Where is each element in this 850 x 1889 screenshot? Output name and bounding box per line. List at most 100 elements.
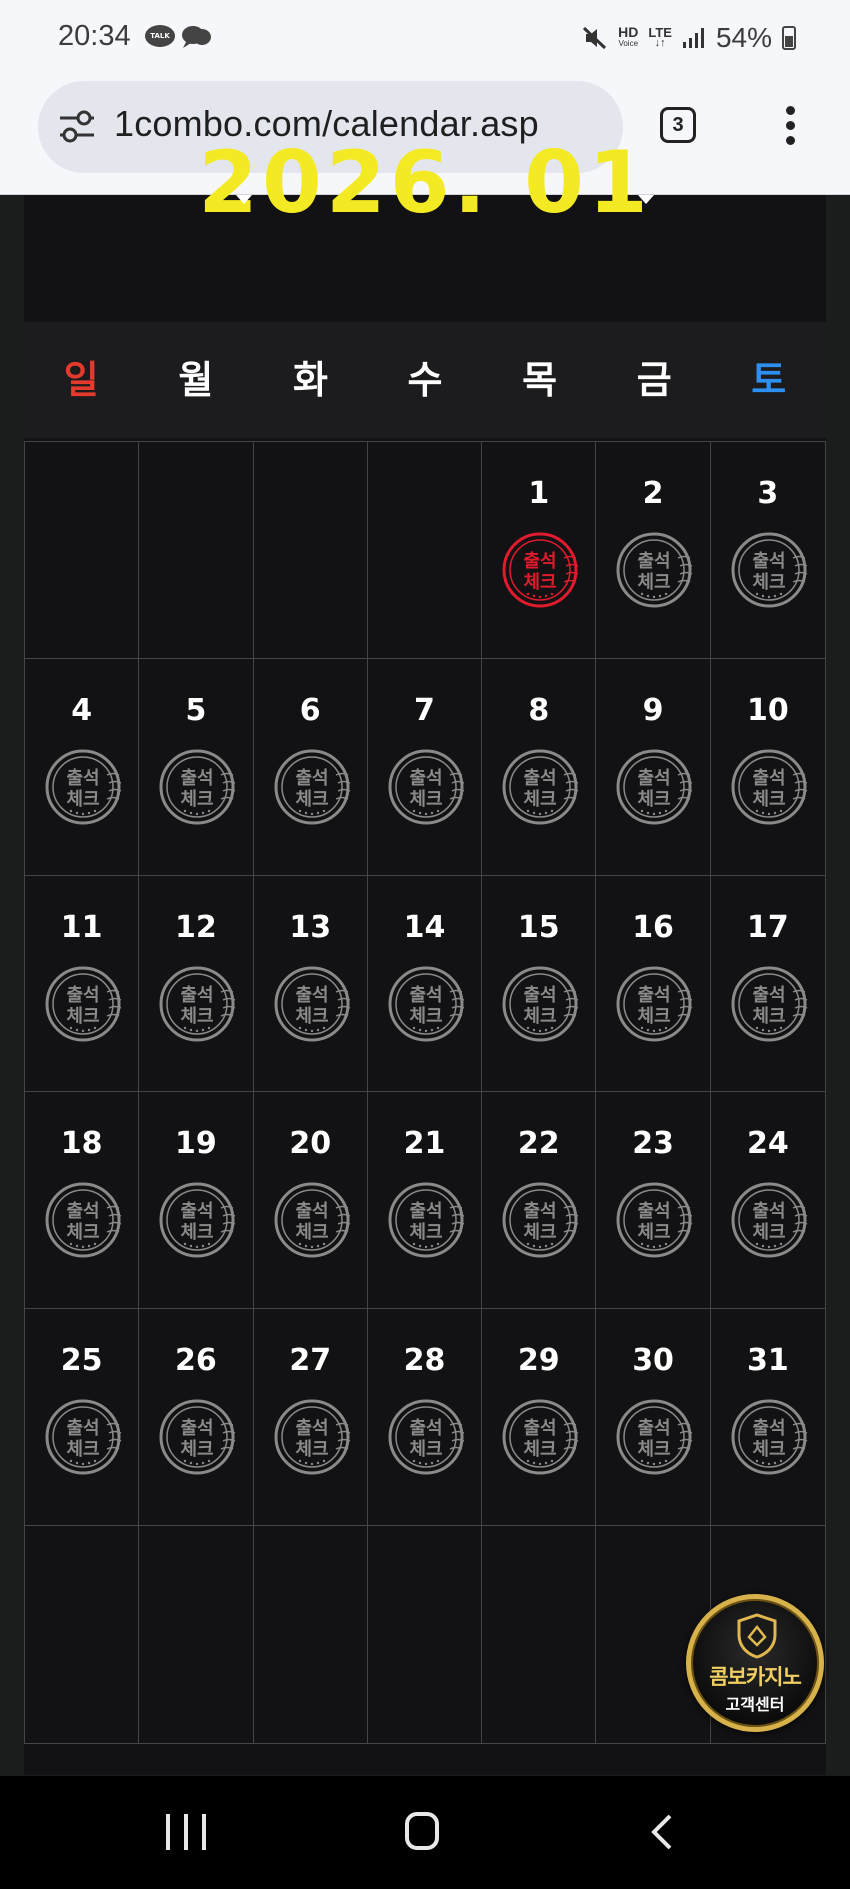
calendar-day-cell[interactable]: 20 출석 체크 bbox=[253, 1092, 368, 1310]
stamp-text-bottom: 체크 bbox=[524, 1222, 557, 1243]
calendar-day-cell[interactable]: 14 출석 체크 bbox=[367, 875, 483, 1093]
status-bar: 20:34 TALK HD Voice LTE ↓↑ 54% bbox=[0, 0, 850, 78]
customer-center-button[interactable]: 콤보카지노 고객센터 bbox=[686, 1594, 824, 1732]
calendar-day-cell[interactable]: 3 출석 체크 bbox=[710, 442, 825, 659]
recents-icon[interactable] bbox=[166, 1814, 206, 1850]
attendance-stamp-icon: 출석체크 bbox=[159, 1399, 236, 1475]
stamp-text-bottom: 체크 bbox=[181, 1006, 214, 1027]
attendance-stamp-icon: 출석체크 bbox=[502, 749, 579, 825]
calendar-day-cell[interactable]: 29 출석 체크 bbox=[482, 1309, 597, 1527]
attendance-stamp-icon: 출석체크 bbox=[45, 1399, 122, 1475]
stamp-text-top: 출석 bbox=[409, 768, 442, 789]
lte-icon: LTE ↓↑ bbox=[648, 26, 672, 49]
calendar-day-cell[interactable]: 31 출석 체크 bbox=[710, 1309, 825, 1527]
calendar-day-cell[interactable]: 1 출석 체크 bbox=[482, 442, 597, 659]
stamp-text-top: 출석 bbox=[66, 1418, 99, 1439]
stamp-text-top: 출석 bbox=[524, 1418, 557, 1439]
calendar-day-cell[interactable]: 9 출석 체크 bbox=[596, 658, 711, 876]
status-indicators: HD Voice LTE ↓↑ 54% bbox=[582, 18, 796, 58]
stamp-text-bottom: 체크 bbox=[638, 789, 671, 810]
day-number: 24 bbox=[746, 1126, 789, 1162]
stamp-text-bottom: 체크 bbox=[524, 572, 557, 593]
attendance-stamp-icon: 출석체크 bbox=[731, 532, 808, 608]
calendar-day-cell[interactable]: 25 출석 체크 bbox=[25, 1309, 140, 1527]
day-number: 16 bbox=[632, 909, 674, 945]
stamp-text-bottom: 체크 bbox=[638, 1439, 671, 1460]
home-icon[interactable] bbox=[405, 1812, 439, 1850]
day-number: 30 bbox=[632, 1343, 674, 1379]
day-number: 23 bbox=[632, 1126, 674, 1162]
attendance-stamp-icon: 출석체크 bbox=[731, 1182, 808, 1258]
stamp-text-bottom: 체크 bbox=[295, 1222, 328, 1243]
calendar-day-cell[interactable]: 22 출석 체크 bbox=[482, 1092, 597, 1310]
calendar-day-cell[interactable]: 18 출석 체크 bbox=[25, 1092, 140, 1310]
battery-percent: 54% bbox=[715, 22, 772, 53]
stamp-text-top: 출석 bbox=[524, 1201, 557, 1222]
day-number: 14 bbox=[403, 909, 446, 945]
stamp-text-bottom: 체크 bbox=[66, 789, 99, 810]
calendar-empty-cell bbox=[25, 1526, 140, 1743]
calendar-day-cell[interactable]: 27 출석 체크 bbox=[253, 1309, 368, 1527]
next-month-icon[interactable] bbox=[638, 195, 654, 204]
stamp-text-bottom: 체크 bbox=[524, 789, 557, 810]
stamp-text-top: 출석 bbox=[66, 985, 99, 1006]
calendar-day-cell[interactable]: 19 출석 체크 bbox=[139, 1092, 254, 1310]
attendance-stamp-icon: 출석체크 bbox=[731, 1399, 808, 1475]
calendar-day-cell[interactable]: 13 출석 체크 bbox=[253, 875, 368, 1093]
calendar-day-cell[interactable]: 30 출석 체크 bbox=[596, 1309, 711, 1527]
day-number: 2 bbox=[642, 476, 664, 511]
calendar-day-cell[interactable]: 7 출석 체크 bbox=[367, 658, 483, 876]
attendance-stamp-icon: 출석체크 bbox=[388, 1182, 465, 1258]
calendar-day-cell[interactable]: 15 출석 체크 bbox=[482, 875, 597, 1093]
calendar-empty-cell bbox=[139, 1526, 254, 1743]
day-number: 6 bbox=[299, 692, 321, 728]
attendance-stamp-icon: 출석체크 bbox=[274, 1182, 350, 1258]
calendar-day-cell[interactable]: 23 출석 체크 bbox=[596, 1092, 711, 1310]
calendar-day-cell[interactable]: 28 출석 체크 bbox=[367, 1309, 483, 1527]
stamp-text-top: 출석 bbox=[752, 985, 785, 1006]
stamp-text-bottom: 체크 bbox=[181, 789, 214, 810]
stamp-text-bottom: 체크 bbox=[752, 1222, 785, 1243]
day-number: 28 bbox=[403, 1343, 446, 1379]
day-number: 29 bbox=[517, 1343, 560, 1379]
attendance-stamp-icon: 출석체크 bbox=[45, 749, 122, 825]
battery-icon bbox=[782, 26, 796, 50]
calendar-empty-cell bbox=[254, 1526, 368, 1743]
attendance-stamp-icon: 출석체크 bbox=[45, 1182, 122, 1258]
prev-month-icon[interactable] bbox=[236, 195, 252, 204]
attendance-stamp-icon: 출석체크 bbox=[502, 966, 579, 1042]
calendar-day-cell[interactable]: 26 출석 체크 bbox=[139, 1309, 254, 1527]
back-icon[interactable] bbox=[648, 1812, 678, 1852]
calendar-day-cell[interactable]: 17 출석 체크 bbox=[710, 876, 825, 1093]
chat-bubble-icon bbox=[182, 26, 211, 48]
weekday-wed: 수 bbox=[407, 358, 443, 402]
calendar-day-cell[interactable]: 6 출석 체크 bbox=[253, 658, 368, 876]
calendar-day-cell[interactable]: 12 출석 체크 bbox=[139, 875, 254, 1093]
system-nav-bar bbox=[0, 1776, 850, 1889]
calendar-empty-cell bbox=[139, 442, 254, 659]
weekday-mon: 월 bbox=[178, 358, 214, 402]
calendar-day-cell[interactable]: 16 출석 체크 bbox=[596, 875, 711, 1093]
calendar-empty-cell bbox=[482, 1526, 597, 1743]
calendar-day-cell[interactable]: 4 출석 체크 bbox=[25, 658, 140, 876]
calendar-day-cell[interactable]: 10 출석 체크 bbox=[710, 659, 825, 876]
attendance-stamp-icon: 출석체크 bbox=[159, 749, 236, 825]
calendar-day-cell[interactable]: 11 출석 체크 bbox=[25, 875, 140, 1093]
calendar-day-cell[interactable]: 24 출석 체크 bbox=[710, 1092, 825, 1310]
kakaotalk-icon: TALK bbox=[145, 25, 175, 47]
badge-subtitle: 고객센터 bbox=[725, 1695, 785, 1714]
calendar-day-cell[interactable]: 5 출석 체크 bbox=[139, 658, 254, 876]
day-number: 11 bbox=[60, 909, 103, 945]
attendance-stamp-icon: 출석체크 bbox=[274, 966, 350, 1042]
attendance-stamp-icon: 출석체크 bbox=[388, 966, 465, 1042]
stamp-text-bottom: 체크 bbox=[752, 572, 785, 593]
stamp-text-top: 출석 bbox=[524, 985, 557, 1006]
day-number: 10 bbox=[746, 692, 789, 728]
stamp-text-top: 출석 bbox=[295, 985, 328, 1006]
attendance-stamp-icon: 출석체크 bbox=[502, 1182, 579, 1258]
calendar-day-cell[interactable]: 8 출석 체크 bbox=[482, 658, 597, 876]
calendar-day-cell[interactable]: 21 출석 체크 bbox=[367, 1092, 483, 1310]
calendar-day-cell[interactable]: 2 출석 체크 bbox=[596, 442, 711, 659]
stamp-text-top: 출석 bbox=[409, 985, 442, 1006]
attendance-stamp-icon: 출석체크 bbox=[274, 1399, 350, 1475]
